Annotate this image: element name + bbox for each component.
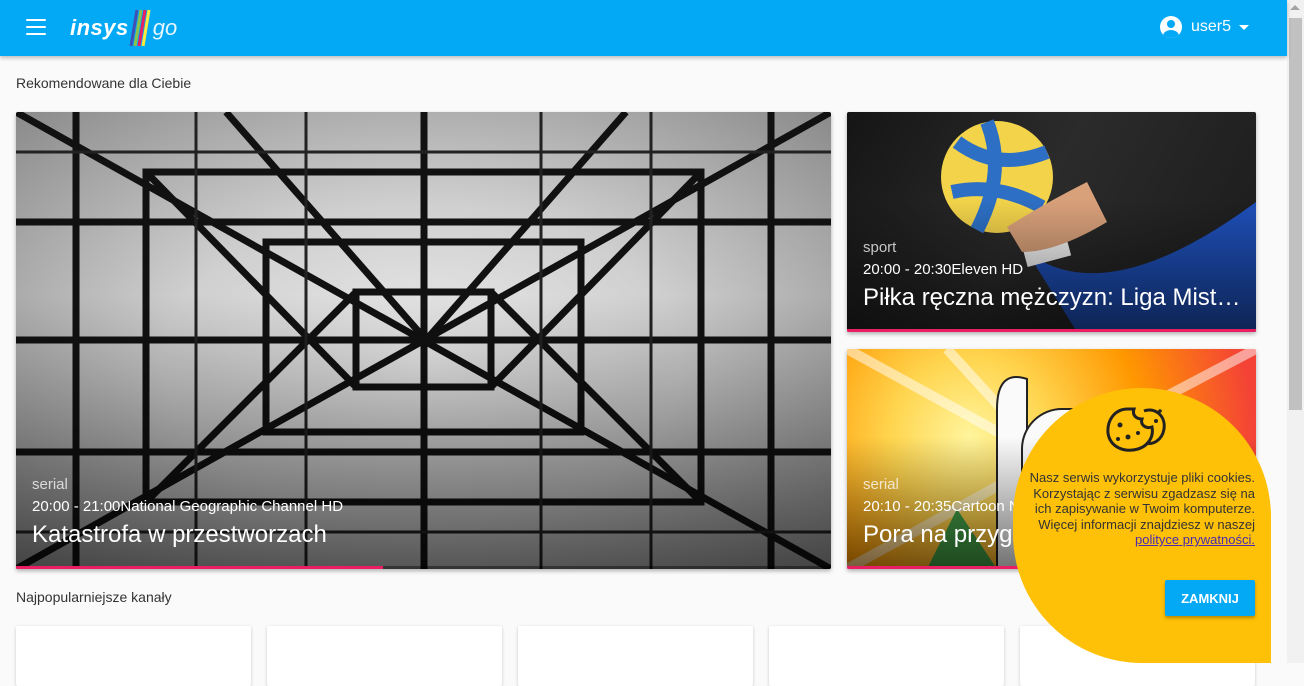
progress-bar [847,329,1256,332]
logo-main-text: insys [70,15,129,40]
card-title: Katastrofa w przestworzach [32,521,327,548]
user-menu[interactable]: user5 [1160,16,1250,38]
card-category: serial [32,476,68,493]
close-cookie-button[interactable]: ZAMKNIJ [1165,580,1255,616]
card-meta: serial 20:00 - 21:00National Geographic … [32,476,817,549]
chevron-down-icon [1239,24,1250,30]
channel-card[interactable] [16,626,251,686]
logo[interactable]: insys go [70,6,177,50]
scroll-up-arrow-icon[interactable] [1290,5,1300,10]
logo-suffix-text: go [152,15,178,40]
section-title-recommended: Rekomendowane dla Ciebie [16,75,192,91]
account-circle-icon [1160,16,1182,38]
channel-card[interactable] [769,626,1004,686]
cookie-icon [1106,407,1166,452]
privacy-policy-link[interactable]: polityce prywatności. [1135,532,1255,547]
section-title-popular-channels: Najpopularniejsze kanały [16,589,172,605]
username: user5 [1191,18,1232,35]
app-bar: insys go user5 [0,0,1287,56]
logo-stripes-icon [129,9,151,47]
hamburger-menu-icon[interactable] [26,19,46,35]
cookie-message: Nasz serwis wykorzystuje pliki cookies. … [1016,470,1255,548]
card-meta: sport 20:00 - 20:30Eleven HD Piłka ręczn… [863,239,1242,312]
card-title: Piłka ręczna mężczyzn: Liga Mistrzów [863,284,1242,311]
cookie-text: Nasz serwis wykorzystuje pliki cookies. … [1029,470,1255,532]
recommended-card[interactable]: sport 20:00 - 20:30Eleven HD Piłka ręczn… [847,112,1256,332]
card-time-channel: 20:00 - 21:00National Geographic Channel… [32,498,344,515]
card-time-channel: 20:00 - 20:30Eleven HD [863,261,1024,278]
channel-card[interactable] [267,626,502,686]
recommended-card[interactable]: serial 20:00 - 21:00National Geographic … [16,112,831,569]
scrollbar-thumb[interactable] [1289,18,1302,410]
channel-card[interactable] [518,626,753,686]
progress-bar [16,566,383,569]
card-category: sport [863,239,897,256]
